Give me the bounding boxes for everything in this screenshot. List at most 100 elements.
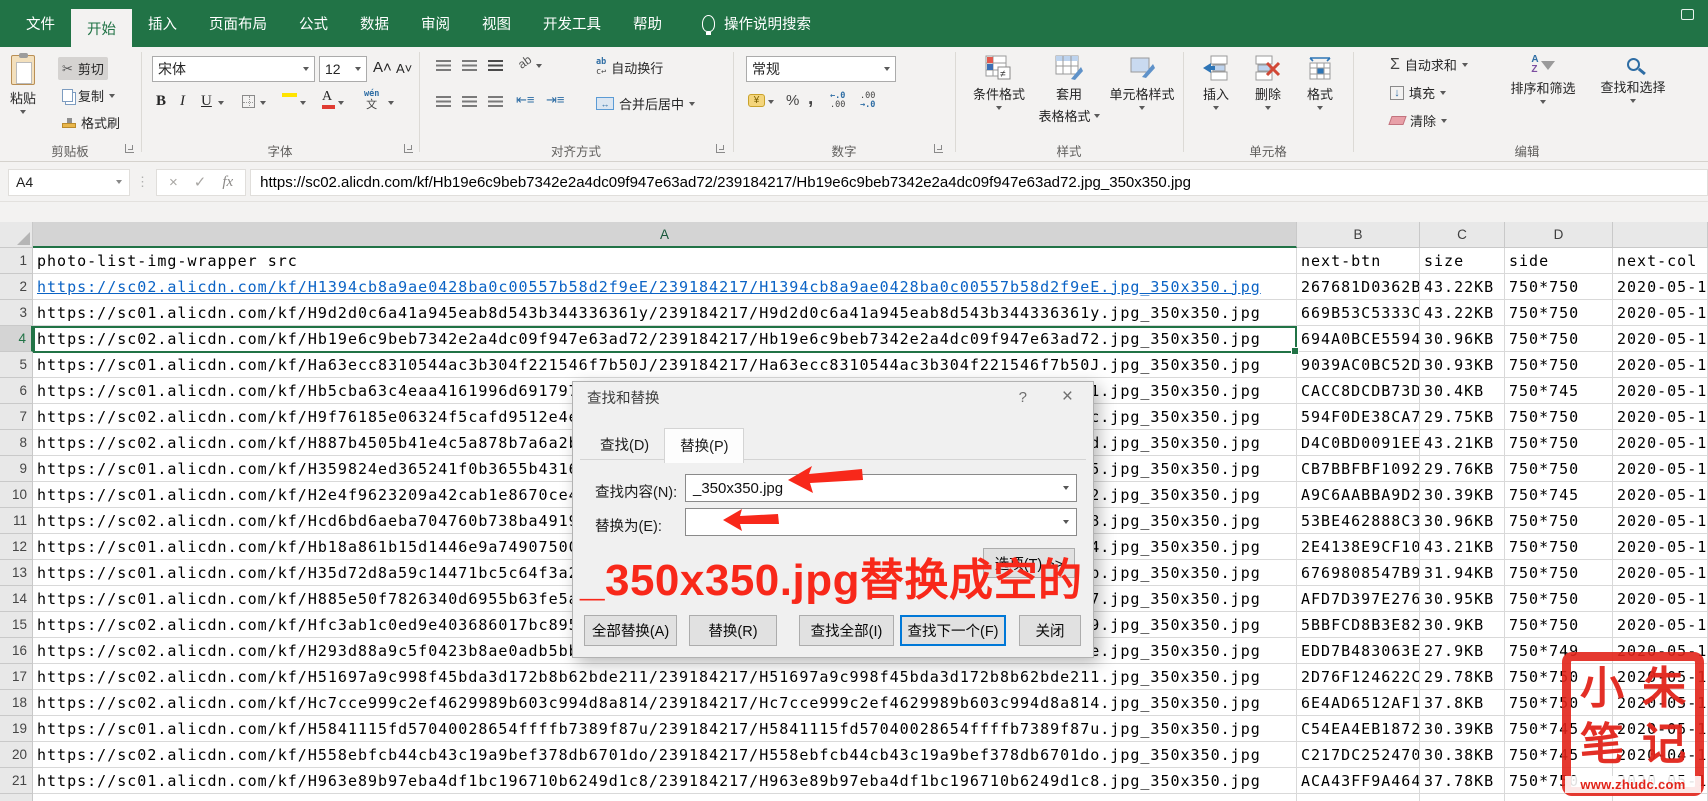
cell-b7[interactable]: 594F0DE38CA7 xyxy=(1297,404,1420,430)
tab-formulas[interactable]: 公式 xyxy=(283,0,344,47)
cell-b4[interactable]: 694A0BCE5594 xyxy=(1297,326,1420,352)
row-number[interactable]: 11 xyxy=(0,508,33,534)
row-number[interactable]: 12 xyxy=(0,534,33,560)
cell-c14[interactable]: 30.95KB xyxy=(1420,586,1505,612)
find-select-button[interactable]: 查找和选择 xyxy=(1592,55,1674,103)
cell-b20[interactable]: C217DC252470 xyxy=(1297,742,1420,768)
row-number[interactable]: 21 xyxy=(0,768,33,794)
align-middle-icon[interactable] xyxy=(462,60,477,71)
clear-button[interactable]: 清除 xyxy=(1386,109,1451,132)
find-next-button[interactable]: 查找下一个(F) xyxy=(900,615,1006,646)
cell-b14[interactable]: AFD7D397E276 xyxy=(1297,586,1420,612)
cell-d11[interactable]: 750*750 xyxy=(1505,508,1613,534)
bold-button[interactable]: B xyxy=(156,93,166,110)
cell-a1[interactable]: photo-list-img-wrapper src xyxy=(33,248,1297,274)
paste-button[interactable]: 粘贴 xyxy=(10,55,36,114)
tab-file[interactable]: 文件 xyxy=(10,0,71,47)
cell-c6[interactable]: 30.4KB xyxy=(1420,378,1505,404)
find-all-button[interactable]: 查找全部(I) xyxy=(799,615,894,646)
row-number[interactable]: 7 xyxy=(0,404,33,430)
tab-developer[interactable]: 开发工具 xyxy=(527,0,617,47)
phonetic-guide-button[interactable]: wén文 xyxy=(364,90,379,111)
row-number[interactable]: 10 xyxy=(0,482,33,508)
cell-e9[interactable]: 2020-05-1 xyxy=(1613,456,1708,482)
align-right-icon[interactable] xyxy=(488,96,503,107)
cell-c7[interactable]: 29.75KB xyxy=(1420,404,1505,430)
fill-button[interactable]: ↓ 填充 xyxy=(1386,81,1450,104)
font-dialog-launcher[interactable] xyxy=(404,144,413,153)
cell-d3[interactable]: 750*750 xyxy=(1505,300,1613,326)
tell-me-search[interactable]: 操作说明搜索 xyxy=(702,0,811,47)
cell-e5[interactable]: 2020-05-1 xyxy=(1613,352,1708,378)
format-as-table-button[interactable]: 套用 表格格式 xyxy=(1036,55,1102,125)
cell-b17[interactable]: 2D76F124622C xyxy=(1297,664,1420,690)
align-center-icon[interactable] xyxy=(462,96,477,107)
cell-d12[interactable]: 750*750 xyxy=(1505,534,1613,560)
cell-b19[interactable]: C54EA4EB1872 xyxy=(1297,716,1420,742)
cell-b9[interactable]: CB7BBFBF1092 xyxy=(1297,456,1420,482)
row-number[interactable]: 5 xyxy=(0,352,33,378)
insert-function-icon[interactable]: fx xyxy=(222,174,233,191)
row-number[interactable]: 2 xyxy=(0,274,33,300)
shrink-font-button[interactable]: A˅ xyxy=(396,61,412,76)
cell-e12[interactable]: 2020-05-1 xyxy=(1613,534,1708,560)
cell-c20[interactable]: 30.38KB xyxy=(1420,742,1505,768)
cell-e10[interactable]: 2020-05-1 xyxy=(1613,482,1708,508)
cell-e6[interactable]: 2020-05-1 xyxy=(1613,378,1708,404)
accounting-dropdown-icon[interactable] xyxy=(768,100,774,104)
cell-c12[interactable]: 43.21KB xyxy=(1420,534,1505,560)
cell-d5[interactable]: 750*750 xyxy=(1505,352,1613,378)
cut-button[interactable]: ✂ 剪切 xyxy=(58,57,108,80)
cell-b13[interactable]: 6769808547B9 xyxy=(1297,560,1420,586)
increase-decimal-icon[interactable]: ←.0.00 xyxy=(830,92,845,111)
cell-a19[interactable]: https://sc01.alicdn.com/kf/H5841115fd570… xyxy=(33,716,1297,742)
cell-e8[interactable]: 2020-05-1 xyxy=(1613,430,1708,456)
alignment-dialog-launcher[interactable] xyxy=(716,144,725,153)
ribbon-display-options-icon[interactable] xyxy=(1681,9,1694,20)
merge-center-button[interactable]: ↔ 合并后居中 xyxy=(592,92,699,115)
comma-style-icon[interactable]: , xyxy=(808,88,813,110)
format-cells-button[interactable]: 格式 xyxy=(1298,55,1342,110)
name-box-dropdown-icon[interactable] xyxy=(116,180,122,184)
font-color-dropdown-icon[interactable] xyxy=(338,101,344,105)
row-number[interactable]: 4 xyxy=(0,326,33,352)
copy-dropdown-icon[interactable] xyxy=(109,94,115,98)
cell-a18[interactable]: https://sc02.alicdn.com/kf/Hc7cce999c2ef… xyxy=(33,690,1297,716)
cell-a5[interactable]: https://sc01.alicdn.com/kf/Ha63ecc831054… xyxy=(33,352,1297,378)
replace-all-button[interactable]: 全部替换(A) xyxy=(584,615,677,646)
replace-with-dropdown-icon[interactable] xyxy=(1063,520,1069,524)
font-size-combo[interactable]: 12 xyxy=(319,56,367,82)
cell-c4[interactable]: 30.96KB xyxy=(1420,326,1505,352)
cell-c17[interactable]: 29.78KB xyxy=(1420,664,1505,690)
borders-dropdown-icon[interactable] xyxy=(260,101,266,105)
cell-b8[interactable]: D4C0BD0091EE xyxy=(1297,430,1420,456)
number-format-combo[interactable]: 常规 xyxy=(746,56,896,82)
replace-button[interactable]: 替换(R) xyxy=(689,615,777,646)
cell-b22[interactable] xyxy=(1297,794,1420,801)
tab-find[interactable]: 查找(D) xyxy=(585,428,664,462)
column-header-a[interactable]: A xyxy=(33,222,1297,248)
cell-c10[interactable]: 30.39KB xyxy=(1420,482,1505,508)
tab-review[interactable]: 审阅 xyxy=(405,0,466,47)
cell-e7[interactable]: 2020-05-1 xyxy=(1613,404,1708,430)
column-header-d[interactable]: D xyxy=(1505,222,1613,248)
number-dialog-launcher[interactable] xyxy=(934,144,943,153)
cell-c1[interactable]: size xyxy=(1420,248,1505,274)
row-number[interactable]: 13 xyxy=(0,560,33,586)
tab-replace[interactable]: 替换(P) xyxy=(664,428,744,463)
column-header-e[interactable] xyxy=(1613,222,1708,248)
row-number[interactable]: 6 xyxy=(0,378,33,404)
orientation-dropdown-icon[interactable] xyxy=(536,64,542,68)
clipboard-dialog-launcher[interactable] xyxy=(125,144,134,153)
close-button[interactable]: 关闭 xyxy=(1019,615,1081,646)
tab-page-layout[interactable]: 页面布局 xyxy=(193,0,283,47)
cell-b15[interactable]: 5BBFCD8B3E82 xyxy=(1297,612,1420,638)
cell-a2[interactable]: https://sc02.alicdn.com/kf/H1394cb8a9ae0… xyxy=(33,274,1297,300)
row-number[interactable]: 3 xyxy=(0,300,33,326)
phonetic-dropdown-icon[interactable] xyxy=(388,101,394,105)
cell-b16[interactable]: EDD7B483063E xyxy=(1297,638,1420,664)
cell-b6[interactable]: CACC8DCDB73D xyxy=(1297,378,1420,404)
tab-data[interactable]: 数据 xyxy=(344,0,405,47)
tab-home[interactable]: 开始 xyxy=(71,9,132,47)
cell-a17[interactable]: https://sc02.alicdn.com/kf/H51697a9c998f… xyxy=(33,664,1297,690)
